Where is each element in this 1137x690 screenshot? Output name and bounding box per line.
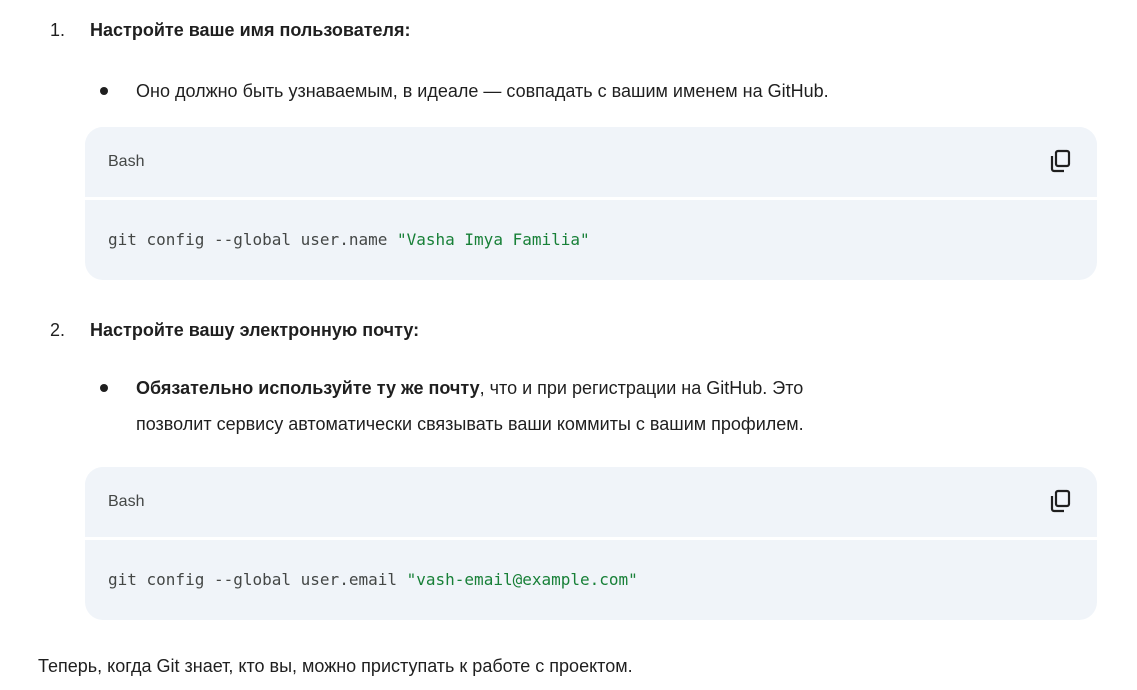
- copy-button[interactable]: [1047, 147, 1075, 175]
- code-block-1: Bash git config --global user.name "Vash…: [85, 127, 1097, 280]
- code-string: "vash-email@example.com": [406, 570, 638, 589]
- step-2-number: 2.: [50, 320, 66, 340]
- code-language-label: Bash: [108, 153, 145, 170]
- step-2-bullet-bold: Обязательно используйте ту же почту: [136, 378, 480, 398]
- code-string: "Vasha Imya Familia": [396, 230, 590, 249]
- code-line: git config --global user.name "Vasha Imy…: [108, 228, 590, 252]
- code-command: git config --global user.name: [108, 230, 397, 249]
- code-command: git config --global user.email: [108, 570, 407, 589]
- code-language-label: Bash: [108, 493, 145, 510]
- step-2-bullet-line-1: Обязательно используйте ту же почту, что…: [136, 370, 803, 406]
- code-block-body: git config --global user.email "vash-ema…: [85, 540, 1097, 620]
- code-block-header: Bash: [85, 467, 1097, 540]
- bullet-dot: [100, 384, 108, 392]
- code-line: git config --global user.email "vash-ema…: [108, 568, 638, 592]
- step-2-bullet-rest: , что и при регистрации на GitHub. Это: [479, 378, 804, 398]
- code-block-header: Bash: [85, 127, 1097, 200]
- step-2-title: Настройте вашу электронную почту:: [90, 320, 420, 340]
- closing-paragraph: Теперь, когда Git знает, кто вы, можно п…: [38, 656, 633, 676]
- step-1-bullet-text: Оно должно быть узнаваемым, в идеале — с…: [136, 81, 829, 101]
- step-1-title: Настройте ваше имя пользователя:: [90, 20, 411, 40]
- code-block-body: git config --global user.name "Vasha Imy…: [85, 200, 1097, 280]
- step-1-number: 1.: [50, 20, 66, 40]
- bullet-dot: [100, 87, 108, 95]
- code-block-2: Bash git config --global user.email "vas…: [85, 467, 1097, 620]
- copy-icon: [1050, 149, 1071, 173]
- step-2-bullet-line-2: позволит сервису автоматически связывать…: [136, 414, 804, 434]
- copy-icon: [1050, 489, 1071, 513]
- copy-button[interactable]: [1047, 487, 1075, 515]
